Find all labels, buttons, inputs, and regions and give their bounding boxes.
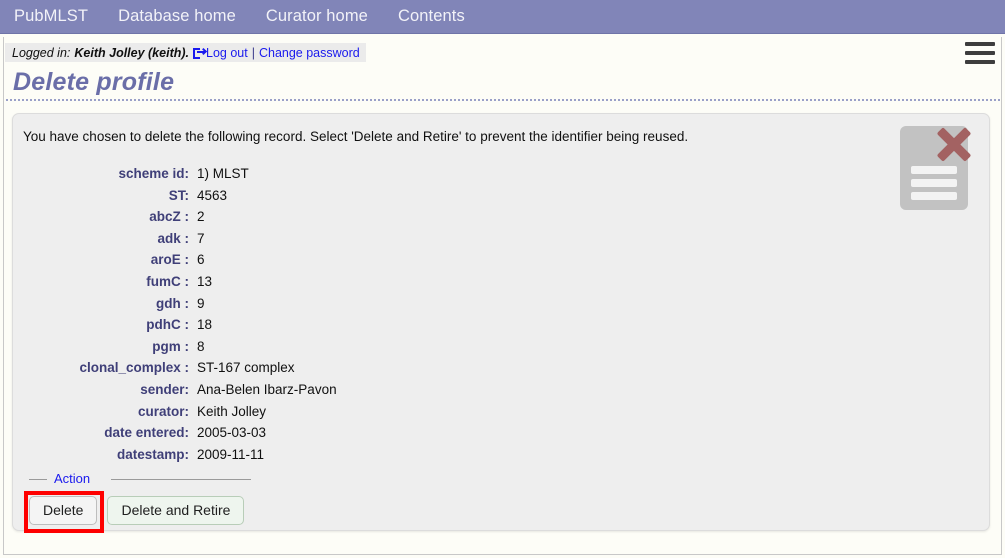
record-field-list: scheme id: 1) MLST ST: 4563 abcZ : 2 adk… <box>13 166 989 468</box>
field-value: 13 <box>197 273 213 289</box>
field-label: date entered: <box>104 425 189 441</box>
log-out-link[interactable]: Log out <box>206 46 248 60</box>
field-label: scheme id: <box>118 166 189 181</box>
field-row-adk: adk : 7 <box>13 231 989 253</box>
field-row-curator: curator: Keith Jolley <box>13 404 989 426</box>
logged-in-prefix: Logged in: <box>12 45 71 60</box>
field-value: 1) MLST <box>197 166 249 181</box>
delete-and-retire-button[interactable]: Delete and Retire <box>107 496 245 525</box>
link-separator: | <box>251 45 255 60</box>
nav-curator-home[interactable]: Curator home <box>266 7 368 26</box>
sign-out-icon <box>193 47 208 59</box>
field-label: abcZ : <box>149 209 189 225</box>
hamburger-menu-icon[interactable] <box>965 42 995 64</box>
field-value: 2 <box>197 209 205 225</box>
field-label: datestamp: <box>116 446 189 462</box>
field-label: sender: <box>140 381 189 397</box>
top-navigation-bar: PubMLST Database home Curator home Conte… <box>0 0 1005 34</box>
field-value: 8 <box>197 338 205 354</box>
field-row-pdhc: pdhC : 18 <box>13 317 989 339</box>
logged-in-user: Keith Jolley (keith). <box>74 45 189 60</box>
field-label: aroE : <box>150 252 189 268</box>
field-row-clonal-complex: clonal_complex : ST-167 complex <box>13 360 989 382</box>
field-label: clonal_complex : <box>79 360 189 376</box>
field-label: curator: <box>137 403 189 419</box>
field-value: 6 <box>197 252 205 268</box>
field-row-abcz: abcZ : 2 <box>13 209 989 231</box>
field-row-scheme-id: scheme id: 1) MLST <box>13 166 989 188</box>
title-divider <box>6 99 1000 101</box>
field-value: ST-167 complex <box>197 360 295 376</box>
action-legend-row: Action <box>29 471 251 486</box>
field-label: pgm : <box>152 338 189 354</box>
field-value: 9 <box>197 295 205 311</box>
field-value: Keith Jolley <box>197 403 267 419</box>
delete-button-wrapper: Delete <box>24 491 104 533</box>
nav-pubmlst[interactable]: PubMLST <box>14 7 88 26</box>
field-label: ST: <box>168 187 189 203</box>
app-root: PubMLST Database home Curator home Conte… <box>0 0 1005 558</box>
x-cross-icon <box>930 120 978 168</box>
field-label: pdhC : <box>146 317 189 333</box>
field-row-sender: sender: Ana-Belen Ibarz-Pavon <box>13 382 989 404</box>
action-button-row: Delete Delete and Retire <box>24 491 245 533</box>
field-row-gdh: gdh : 9 <box>13 296 989 318</box>
field-label: adk : <box>157 230 189 246</box>
field-value: 2009-11-11 <box>197 446 265 462</box>
field-value: Ana-Belen Ibarz-Pavon <box>197 381 337 397</box>
field-row-datestamp: datestamp: 2009-11-11 <box>13 447 989 469</box>
field-value: 18 <box>197 317 213 333</box>
login-status-bar: Logged in: Keith Jolley (keith). Log out… <box>5 43 366 62</box>
field-label: gdh : <box>156 295 189 311</box>
field-value: 4563 <box>197 187 228 203</box>
field-row-aroe: aroE : 6 <box>13 252 989 274</box>
intro-text: You have chosen to delete the following … <box>23 129 689 144</box>
field-value: 7 <box>197 230 205 246</box>
change-password-link[interactable]: Change password <box>259 46 360 60</box>
field-row-st: ST: 4563 <box>13 188 989 210</box>
field-label: fumC : <box>146 273 189 289</box>
record-panel: You have chosen to delete the following … <box>12 113 990 533</box>
nav-contents[interactable]: Contents <box>398 7 465 26</box>
field-row-pgm: pgm : 8 <box>13 339 989 361</box>
field-row-fumc: fumC : 13 <box>13 274 989 296</box>
action-fieldset: Action Delete Delete and Retire <box>24 471 251 533</box>
nav-database-home[interactable]: Database home <box>118 7 236 26</box>
delete-button[interactable]: Delete <box>29 496 98 525</box>
page-title: Delete profile <box>13 68 175 96</box>
field-row-date-entered: date entered: 2005-03-03 <box>13 425 989 447</box>
field-value: 2005-03-03 <box>197 425 267 441</box>
action-legend: Action <box>54 471 91 486</box>
